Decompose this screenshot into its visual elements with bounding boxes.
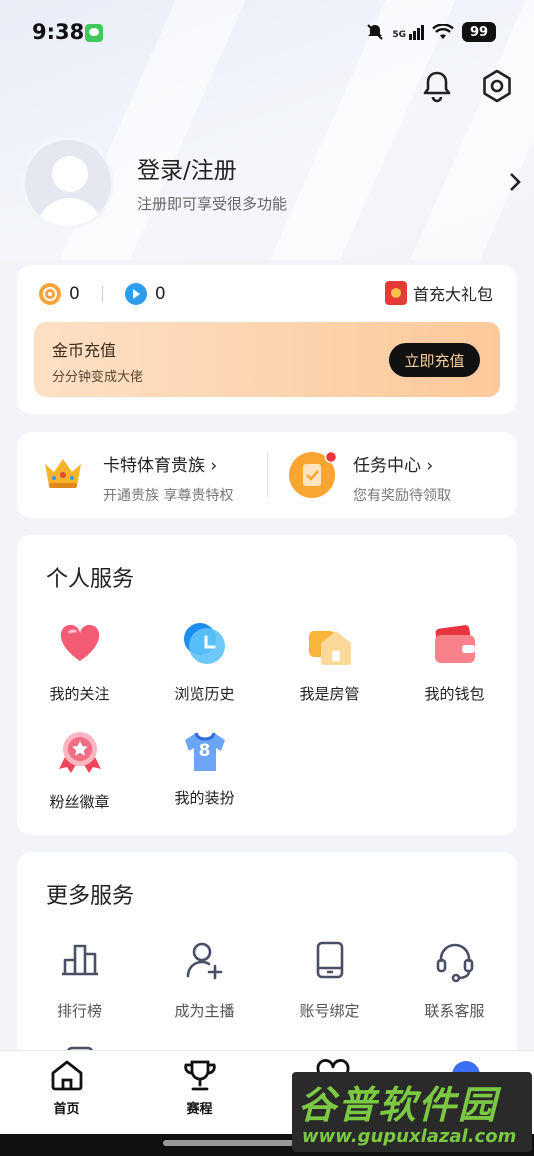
profile-section[interactable]: 登录/注册 注册即可享受很多功能: [22, 137, 522, 229]
recharge-subtitle: 分分钟变成大佬: [52, 370, 144, 385]
battery-indicator: 99: [462, 22, 496, 42]
service-label: 粉丝徽章: [49, 793, 110, 811]
service-label: 浏览历史: [174, 685, 235, 703]
recharge-banner[interactable]: 金币充值 分分钟变成大佬 立即充值: [34, 322, 500, 397]
service-browse-history[interactable]: 浏览历史: [142, 621, 267, 704]
wallet-card: 0 0 首充大礼包 金币充值 分分钟变成大佬 立即充值: [17, 265, 517, 414]
watermark-title: 谷普软件园: [298, 1083, 499, 1127]
service-ranking[interactable]: 排行榜: [17, 938, 142, 1021]
login-register-link[interactable]: 登录/注册: [137, 151, 237, 185]
diamond-coin-icon: [124, 283, 147, 305]
ranking-icon: [61, 944, 98, 976]
wechat-icon: [85, 24, 103, 42]
service-room-admin[interactable]: 我是房管: [267, 621, 392, 704]
watermark-url: www.gupuxlazal.com: [302, 1126, 517, 1147]
signal-icon: 5G: [392, 24, 424, 40]
tab-schedule[interactable]: 赛程: [133, 1059, 266, 1117]
tab-label: 首页: [53, 1102, 80, 1117]
more-services-card: 更多服务 排行榜 成为主播 账号绑定 联系客服: [17, 852, 517, 1082]
headset-icon: [436, 943, 473, 983]
tab-label: 赛程: [186, 1102, 213, 1117]
service-label: 我的关注: [49, 685, 110, 703]
heart-icon: [60, 624, 99, 661]
gift-label: 首充大礼包: [412, 285, 493, 304]
first-recharge-gift[interactable]: 首充大礼包: [384, 281, 493, 305]
settings-icon[interactable]: [479, 68, 515, 104]
avatar[interactable]: [22, 137, 114, 229]
wifi-icon: [432, 24, 454, 39]
house-icon: [308, 631, 351, 665]
service-my-follows[interactable]: 我的关注: [17, 621, 142, 704]
jersey-icon: 8: [182, 729, 228, 775]
red-envelope-icon: [384, 281, 407, 305]
promo-card: 卡特体育贵族 › 开通贵族 享尊贵特权 任务中心 › 您有奖励待领取: [17, 432, 517, 518]
service-label: 我的钱包: [424, 685, 485, 703]
service-label: 我的装扮: [174, 789, 235, 807]
bell-icon[interactable]: [419, 68, 455, 104]
diamond-coin-count: 0: [154, 284, 166, 304]
personal-services-card: 个人服务 我的关注 浏览历史 我是房管 我的钱包 粉丝徽章 8 我的装扮: [17, 535, 517, 835]
service-label: 账号绑定: [299, 1002, 360, 1020]
noble-title: 卡特体育贵族 ›: [103, 456, 218, 476]
recharge-button[interactable]: 立即充值: [389, 343, 480, 377]
service-my-outfit[interactable]: 8 我的装扮: [142, 729, 267, 808]
watermark-logo: 谷普软件园 www.gupuxlazal.com: [292, 1072, 532, 1152]
mute-icon: [367, 24, 384, 40]
service-label: 我是房管: [299, 685, 360, 703]
wallet-icon: [434, 625, 475, 663]
home-icon: [51, 1060, 82, 1091]
phone-icon: [316, 941, 343, 979]
service-fan-badge[interactable]: 粉丝徽章: [17, 729, 142, 812]
task-center-entry[interactable]: 任务中心 › 您有奖励待领取: [289, 450, 451, 505]
badge-icon: [58, 732, 101, 773]
noble-subtitle: 开通贵族 享尊贵特权: [103, 488, 234, 504]
chevron-right-icon[interactable]: [508, 171, 522, 193]
service-label: 联系客服: [424, 1002, 485, 1020]
status-time: 9:38: [32, 20, 85, 44]
jersey-number: 8: [198, 741, 211, 761]
service-become-streamer[interactable]: 成为主播: [142, 938, 267, 1021]
personal-services-title: 个人服务: [46, 567, 135, 592]
service-account-binding[interactable]: 账号绑定: [267, 938, 392, 1021]
noble-entry[interactable]: 卡特体育贵族 › 开通贵族 享尊贵特权: [41, 450, 233, 505]
service-my-wallet[interactable]: 我的钱包: [392, 621, 517, 704]
login-subtitle: 注册即可享受很多功能: [137, 195, 288, 213]
gold-coin-icon: [39, 283, 61, 305]
add-user-icon: [186, 942, 222, 980]
gold-coin-count: 0: [69, 284, 80, 304]
task-center-title: 任务中心 ›: [353, 456, 434, 476]
service-label: 排行榜: [56, 1002, 102, 1020]
service-customer-support[interactable]: 联系客服: [392, 938, 517, 1021]
recharge-title: 金币充值: [52, 341, 117, 360]
task-center-subtitle: 您有奖励待领取: [353, 488, 451, 504]
status-bar: 9:38 5G 99: [0, 0, 534, 66]
crown-icon: [45, 459, 81, 488]
more-services-title: 更多服务: [46, 884, 135, 909]
clock-icon: [183, 623, 225, 664]
service-label: 成为主播: [174, 1002, 235, 1020]
task-icon: [289, 450, 338, 498]
tab-home[interactable]: 首页: [0, 1059, 133, 1117]
trophy-icon: [183, 1060, 216, 1091]
